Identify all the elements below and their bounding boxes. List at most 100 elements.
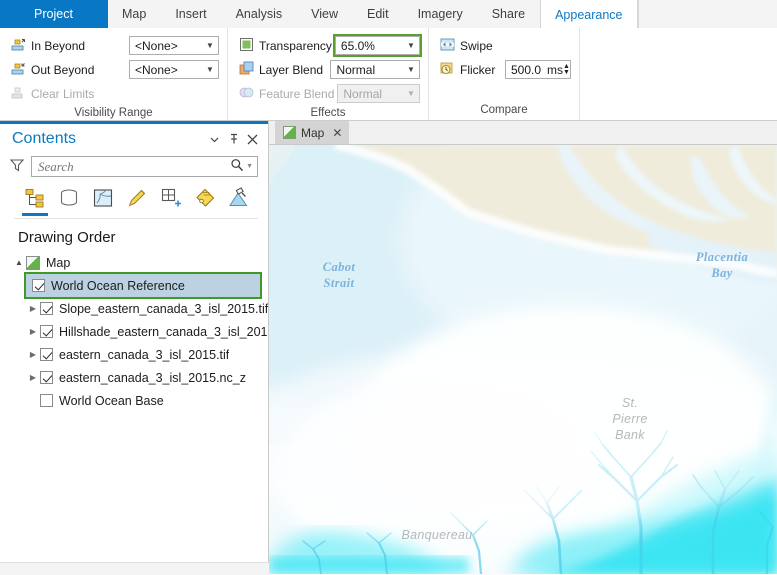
transparency-button[interactable]: Transparency — [236, 35, 335, 57]
clear-limits-button: Clear Limits — [8, 83, 97, 105]
flicker-icon — [440, 61, 455, 79]
search-options-chevron-icon[interactable]: ▼ — [244, 163, 257, 170]
ribbon-tab-edit[interactable]: Edit — [353, 0, 404, 28]
expand-arrow-icon[interactable]: ▶ — [26, 327, 40, 336]
out-beyond-button[interactable]: Out Beyond — [8, 59, 129, 81]
layer-row-slope[interactable]: ▶ Slope_eastern_canada_3_isl_2015.tif — [26, 297, 268, 320]
flicker-button[interactable]: Flicker — [437, 59, 505, 81]
search-box[interactable]: ▼ — [31, 156, 258, 177]
close-icon[interactable] — [243, 130, 262, 149]
chevron-down-icon[interactable]: ▼ — [202, 61, 218, 78]
layer-blend-combo[interactable]: Normal ▼ — [330, 60, 420, 79]
chevron-down-icon[interactable]: ▼ — [403, 37, 419, 54]
ribbon-tab-insert[interactable]: Insert — [161, 0, 221, 28]
editing-icon[interactable] — [124, 185, 150, 211]
ribbon-tab-bar: Project Map Insert Analysis View Edit Im… — [0, 0, 777, 30]
effects-content: Transparency 65.0% ▼ Layer Blend Normal … — [228, 28, 428, 106]
swipe-row: Swipe — [437, 34, 571, 57]
swipe-button[interactable]: Swipe — [437, 35, 496, 57]
tree-node-map[interactable]: ▲ Map — [12, 251, 268, 274]
map-icon — [26, 255, 40, 270]
ribbon-body: In Beyond <None> ▼ Out Beyond <None> ▼ C… — [0, 28, 777, 121]
transparency-combo[interactable]: 65.0% ▼ — [332, 34, 423, 57]
layer-row-eastern-canada-tif[interactable]: ▶ eastern_canada_3_isl_2015.tif — [26, 343, 268, 366]
out-beyond-icon — [11, 61, 26, 79]
ribbon-tab-analysis-label: Analysis — [235, 7, 283, 21]
snapping-icon[interactable] — [158, 185, 184, 211]
compare-group-label: Compare — [480, 104, 528, 116]
out-beyond-combo[interactable]: <None> ▼ — [129, 60, 219, 79]
layer-label: eastern_canada_3_isl_2015.tif — [59, 347, 230, 362]
flicker-stepper[interactable]: ▲ ▼ — [563, 63, 572, 76]
chevron-down-icon[interactable]: ▼ — [403, 61, 419, 78]
symbology-icon[interactable] — [226, 185, 252, 211]
layer-visibility-checkbox[interactable] — [40, 394, 53, 407]
clear-limits-row: Clear Limits — [8, 82, 219, 105]
pane-scroll-strip[interactable] — [0, 562, 269, 575]
layer-blend-icon — [239, 61, 254, 79]
transparency-row: Transparency 65.0% ▼ — [236, 34, 423, 57]
flicker-spinbox[interactable]: 500.0 ms ▲ ▼ — [505, 60, 571, 79]
layer-visibility-checkbox[interactable] — [40, 348, 53, 361]
ribbon-tab-map[interactable]: Map — [108, 0, 161, 28]
ribbon-tab-filler — [637, 0, 777, 28]
section-title-drawing-order: Drawing Order — [18, 229, 116, 246]
layer-visibility-checkbox[interactable] — [32, 279, 45, 292]
ribbon-tab-share[interactable]: Share — [478, 0, 540, 28]
layer-row-eastern-canada-nc[interactable]: ▶ eastern_canada_3_isl_2015.nc_z — [26, 366, 268, 389]
clear-limits-label: Clear Limits — [31, 86, 95, 101]
ribbon-tab-insert-label: Insert — [175, 7, 207, 21]
layer-visibility-checkbox[interactable] — [40, 325, 53, 338]
pin-icon[interactable] — [224, 130, 243, 149]
contents-search-row: ▼ — [0, 154, 268, 177]
ribbon-tab-share-label: Share — [491, 7, 526, 21]
feature-blend-button: Feature Blend — [236, 83, 337, 105]
map-canvas[interactable]: Cabot Strait Placentia Bay St. Pierre Ba… — [269, 145, 777, 574]
search-icon[interactable] — [230, 158, 244, 175]
feature-blend-row: Feature Blend Normal ▼ — [236, 82, 420, 105]
expand-arrow-icon[interactable]: ▶ — [26, 304, 40, 313]
layer-row-hillshade[interactable]: ▶ Hillshade_eastern_canada_3_isl_2015.ti… — [26, 320, 268, 343]
chevron-down-icon[interactable] — [205, 130, 224, 149]
in-beyond-button[interactable]: In Beyond — [8, 35, 129, 57]
transparency-value: 65.0% — [340, 38, 375, 53]
ribbon-tab-imagery[interactable]: Imagery — [404, 0, 478, 28]
layer-row-world-ocean-reference[interactable]: World Ocean Reference — [24, 272, 262, 299]
feature-blend-label: Feature Blend — [259, 86, 335, 101]
flicker-unit: ms — [547, 62, 564, 77]
layer-blend-button[interactable]: Layer Blend — [236, 59, 330, 81]
expand-arrow-icon[interactable]: ▶ — [26, 373, 40, 382]
ribbon-tab-view[interactable]: View — [297, 0, 353, 28]
ribbon-tab-project[interactable]: Project — [0, 0, 108, 28]
effects-group-label: Effects — [310, 107, 346, 119]
visibility-range-group-label: Visibility Range — [74, 107, 153, 119]
layer-visibility-checkbox[interactable] — [40, 371, 53, 384]
layer-tree: ▲ Map World Ocean Reference ▶ Slope_east… — [0, 251, 268, 412]
filter-icon[interactable] — [9, 157, 25, 176]
close-icon[interactable]: ✕ — [332, 126, 342, 140]
page-title: Contents — [12, 130, 77, 147]
layer-row-world-ocean-base[interactable]: World Ocean Base — [26, 389, 268, 412]
labeling-icon[interactable] — [192, 185, 218, 211]
layer-label: World Ocean Reference — [51, 278, 185, 293]
chevron-down-icon[interactable]: ▼ — [202, 37, 218, 54]
out-beyond-value: <None> — [135, 62, 178, 77]
expand-arrow-icon[interactable]: ▲ — [12, 258, 26, 267]
layer-visibility-checkbox[interactable] — [40, 302, 53, 315]
feature-blend-combo: Normal ▼ — [337, 84, 420, 103]
search-input[interactable] — [32, 156, 231, 177]
layer-label: World Ocean Base — [59, 393, 164, 408]
ribbon-tab-analysis[interactable]: Analysis — [222, 0, 298, 28]
expand-arrow-icon[interactable]: ▶ — [26, 350, 40, 359]
in-beyond-combo[interactable]: <None> ▼ — [129, 36, 219, 55]
in-beyond-row: In Beyond <None> ▼ — [8, 34, 219, 57]
ribbon-tab-map-label: Map — [122, 7, 147, 21]
ribbon-tab-appearance[interactable]: Appearance — [540, 0, 638, 30]
map-tab[interactable]: Map ✕ — [275, 121, 350, 144]
data-source-icon[interactable] — [56, 185, 82, 211]
drawing-order-icon[interactable] — [22, 185, 48, 216]
flicker-row: Flicker 500.0 ms ▲ ▼ — [437, 58, 571, 81]
stepper-down-icon[interactable]: ▼ — [563, 69, 570, 76]
selection-icon[interactable] — [90, 185, 116, 211]
compare-content: Swipe Flicker 500.0 ms ▲ ▼ — [429, 28, 579, 103]
